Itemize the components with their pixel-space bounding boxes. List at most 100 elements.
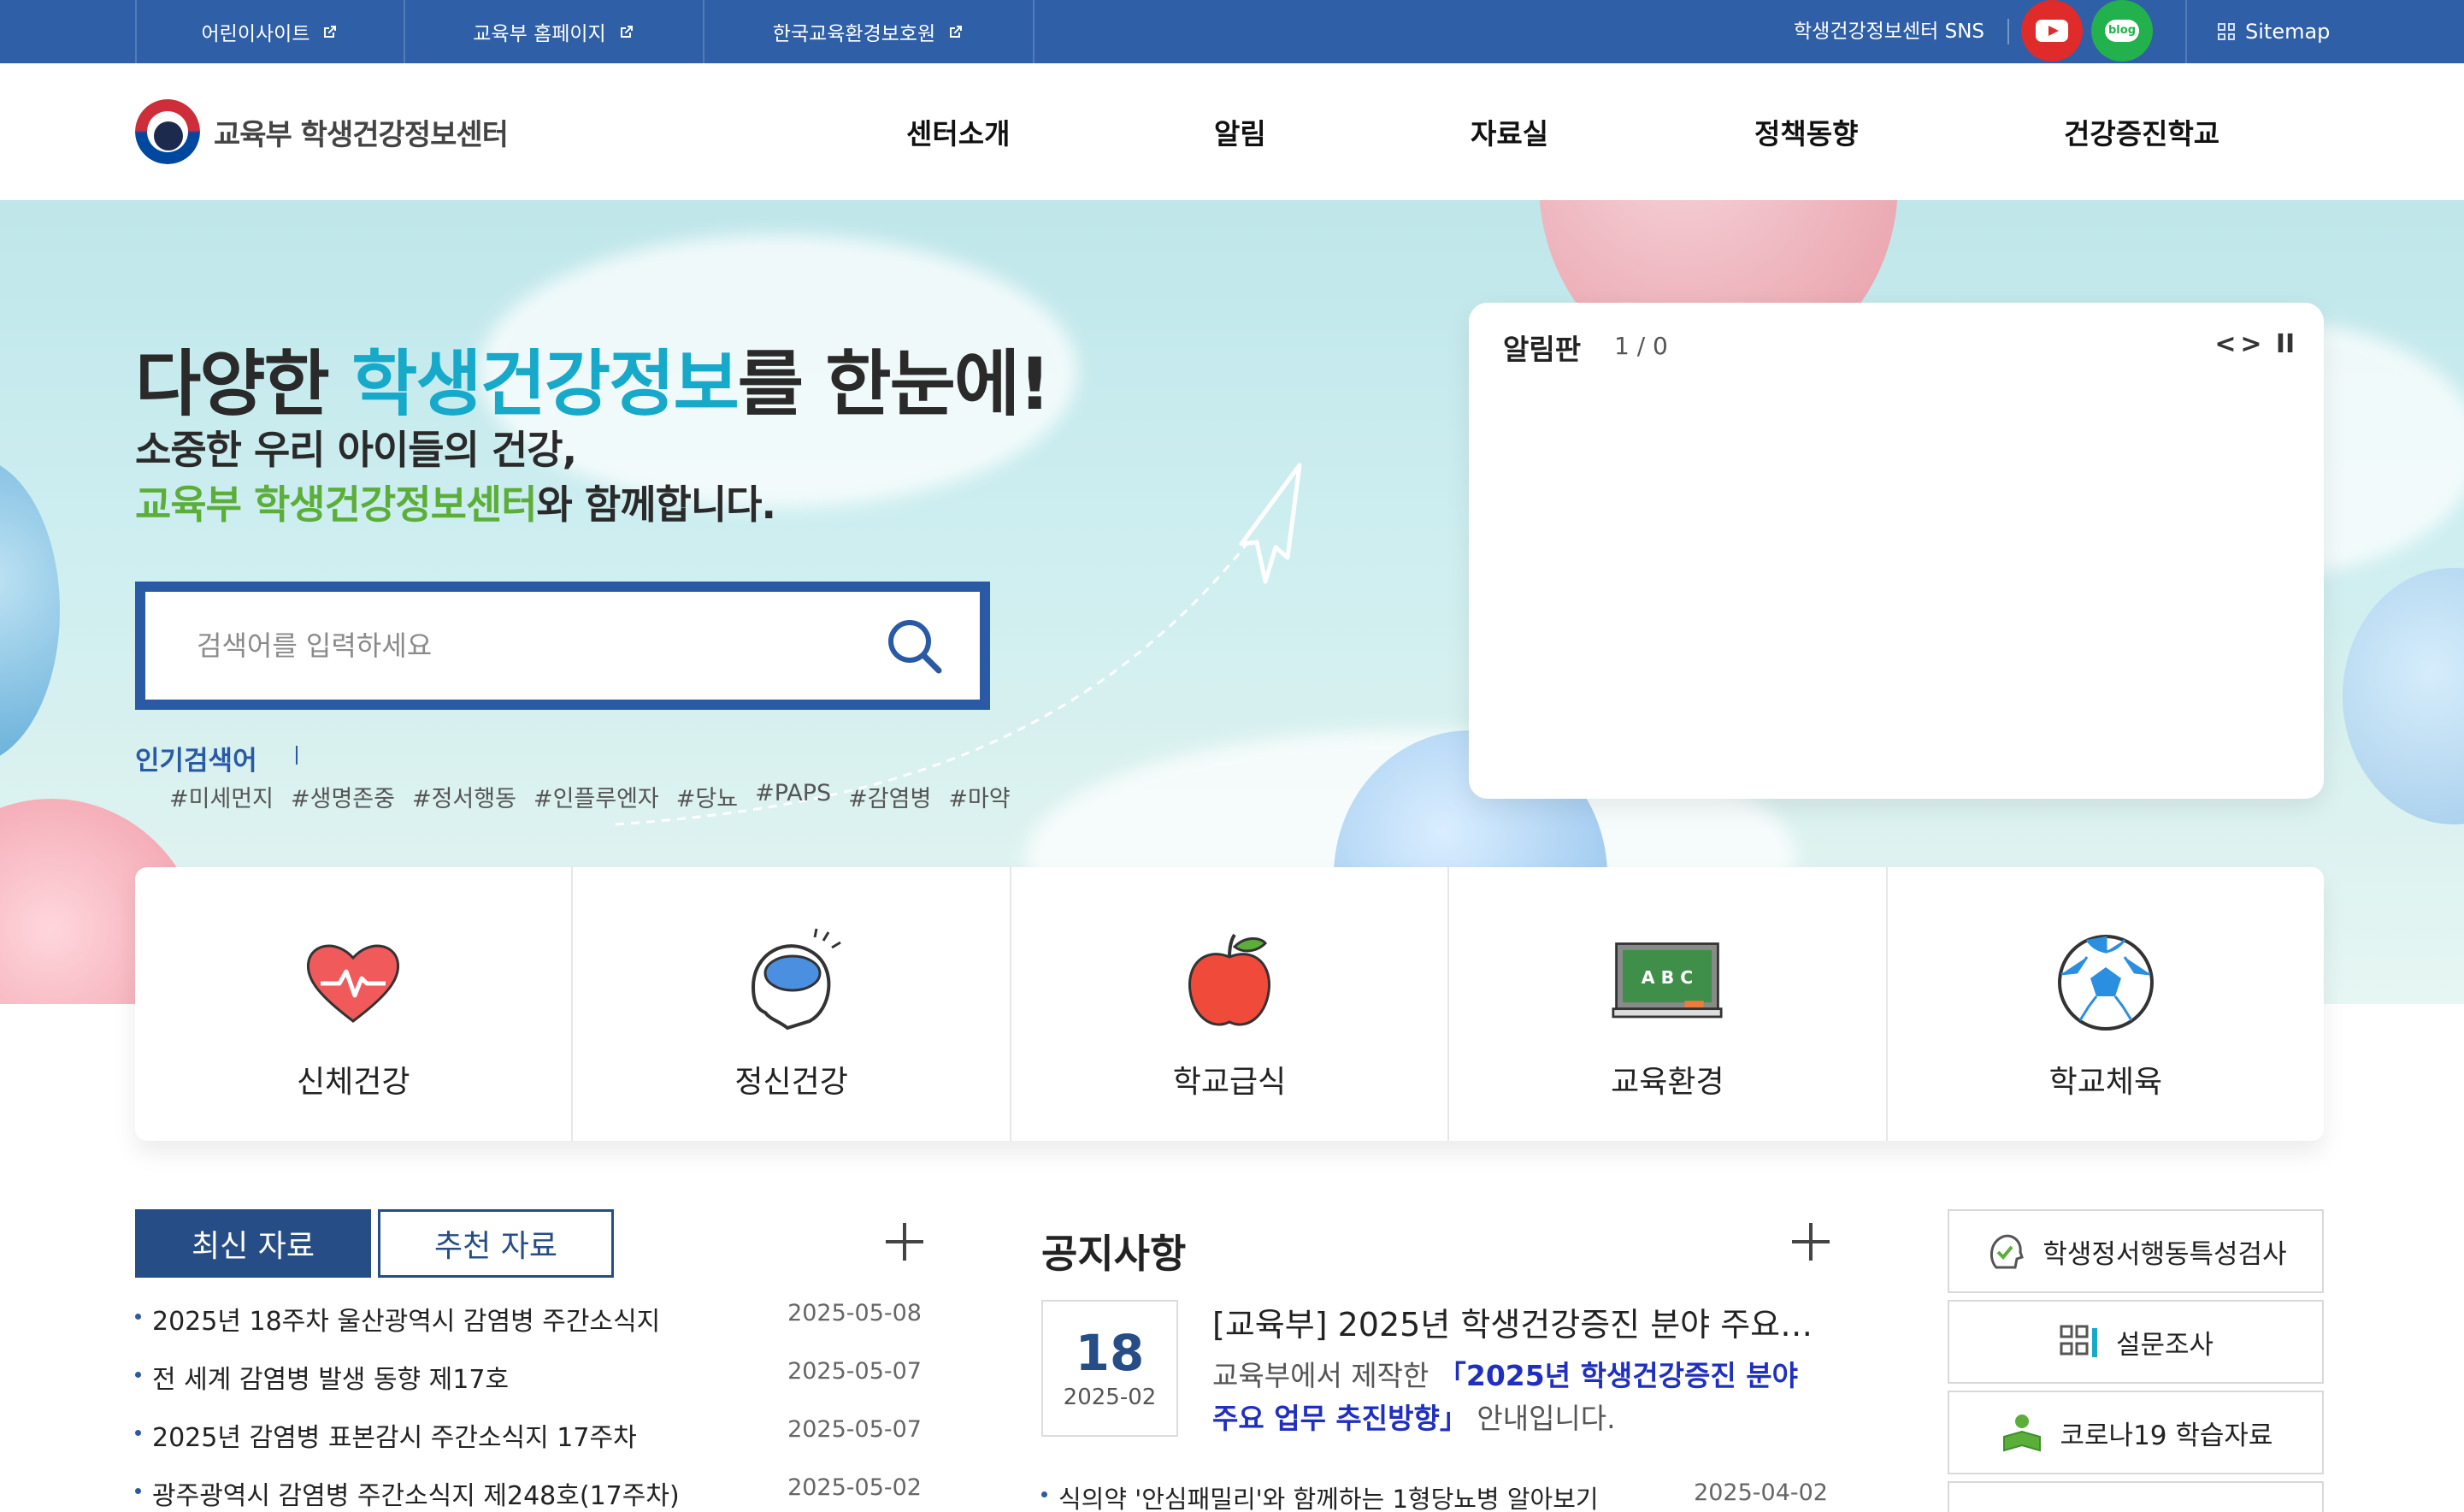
top-utility-bar: 어린이사이트 교육부 홈페이지 한국교육환경보호원 학생건강정보센터 SNS b… bbox=[0, 0, 2464, 63]
resource-list: 2025년 18주차 울산광역시 감염병 주간소식지 2025-05-08 전 세… bbox=[135, 1300, 922, 1512]
notice-date: 2025-04-02 bbox=[1694, 1480, 1828, 1506]
tab-latest-resources[interactable]: 최신 자료 bbox=[135, 1209, 371, 1278]
blog-button[interactable]: blog bbox=[2091, 0, 2153, 62]
list-item[interactable]: 광주광역시 감염병 주간소식지 제248호(17주차) 2025-05-02 bbox=[135, 1474, 922, 1512]
pause-icon[interactable]: II bbox=[2272, 328, 2298, 359]
search-icon bbox=[888, 620, 942, 674]
list-item[interactable]: 2025년 18주차 울산광역시 감염병 주간소식지 2025-05-08 bbox=[135, 1300, 922, 1358]
blue-balloon-decoration bbox=[0, 457, 60, 765]
resource-date: 2025-05-02 bbox=[787, 1474, 922, 1501]
resource-date: 2025-05-08 bbox=[787, 1300, 922, 1326]
category-label: 교육환경 bbox=[1611, 1065, 1724, 1100]
sitemap-label: Sitemap bbox=[2245, 20, 2331, 44]
resource-tabs: 최신 자료 추천 자료 bbox=[135, 1209, 614, 1278]
category-label: 정신건강 bbox=[734, 1065, 848, 1100]
kedenv-label: 한국교육환경보호원 bbox=[772, 23, 936, 45]
category-school-sports[interactable]: 학교체육 bbox=[1888, 867, 2324, 1141]
category-mental-health[interactable]: 정신건강 bbox=[573, 867, 1011, 1141]
kedenv-link[interactable]: 한국교육환경보호원 bbox=[703, 0, 1035, 63]
sitemap-link[interactable]: Sitemap bbox=[2185, 0, 2331, 63]
youtube-button[interactable] bbox=[2021, 0, 2083, 62]
quicklink-more[interactable] bbox=[1948, 1481, 2324, 1512]
search-box bbox=[135, 582, 990, 710]
popular-tag[interactable]: #정서행동 bbox=[412, 780, 516, 813]
book-person-icon bbox=[2002, 1415, 2041, 1452]
moe-homepage-link[interactable]: 교육부 홈페이지 bbox=[404, 0, 703, 63]
chalkboard-icon: A B C bbox=[1612, 927, 1723, 1038]
kids-site-link[interactable]: 어린이사이트 bbox=[135, 0, 404, 63]
quicklink-label: 학생정서행동특성검사 bbox=[2043, 1238, 2287, 1270]
external-link-icon bbox=[321, 23, 339, 40]
blog-icon: blog bbox=[2105, 20, 2139, 42]
notices-more-plus-icon[interactable] bbox=[1792, 1223, 1830, 1261]
featured-notice-description: 교육부에서 제작한 「2025년 학생건강증진 분야 주요 업무 추진방향」 안… bbox=[1212, 1355, 1828, 1440]
hero-title-post: 를 한눈에! bbox=[737, 342, 1052, 426]
external-link-icon bbox=[947, 23, 964, 40]
resource-title: 2025년 감염병 표본감시 주간소식지 17주차 bbox=[152, 1423, 637, 1453]
notice-board-counter: 1 / 0 bbox=[1614, 332, 1668, 360]
resource-date: 2025-05-07 bbox=[787, 1358, 922, 1385]
tab-recommended-resources[interactable]: 추천 자료 bbox=[378, 1209, 614, 1278]
list-item[interactable]: 2025년 감염병 표본감시 주간소식지 17주차 2025-05-07 bbox=[135, 1416, 922, 1474]
resource-title: 전 세계 감염병 발생 동향 제17호 bbox=[152, 1365, 510, 1395]
featured-desc-pre: 교육부에서 제작한 bbox=[1212, 1359, 1438, 1392]
featured-desc-post: 안내입니다. bbox=[1467, 1402, 1616, 1435]
list-item[interactable]: 전 세계 감염병 발생 동향 제17호 2025-05-07 bbox=[135, 1358, 922, 1416]
category-label: 신체건강 bbox=[296, 1065, 410, 1100]
notice-title: 식의약 '안심패밀리'와 함께하는 1형당뇨병 알아보기 bbox=[1058, 1485, 1599, 1512]
government-emblem-icon bbox=[135, 99, 200, 164]
popular-keywords: #미세먼지 #생명존중 #정서행동 #인플루엔자 #당뇨 #PAPS #감염병 … bbox=[169, 780, 1011, 813]
popular-tag[interactable]: #당뇨 bbox=[676, 780, 738, 813]
hero-subtitle-1: 소중한 우리 아이들의 건강, bbox=[135, 427, 577, 473]
nav-library[interactable]: 자료실 bbox=[1471, 63, 1548, 200]
category-education-environment[interactable]: A B C 교육환경 bbox=[1449, 867, 1888, 1141]
search-input[interactable] bbox=[197, 617, 846, 674]
soccer-ball-icon bbox=[2050, 927, 2161, 1038]
hero-title-pre: 다양한 bbox=[135, 342, 352, 426]
nav-notice[interactable]: 알림 bbox=[1214, 63, 1266, 200]
site-logo[interactable]: 교육부 학생건강정보센터 bbox=[135, 99, 509, 164]
external-link-icon bbox=[618, 23, 635, 40]
featured-notice-day: 18 bbox=[1075, 1324, 1145, 1382]
featured-notice-title[interactable]: [교육부] 2025년 학생건강증진 분야 주요업... bbox=[1212, 1298, 1828, 1345]
category-label: 학교급식 bbox=[1172, 1065, 1287, 1100]
resource-date: 2025-05-07 bbox=[787, 1416, 922, 1443]
sns-label: 학생건강정보센터 SNS bbox=[1794, 21, 1984, 43]
popular-tag[interactable]: #PAPS bbox=[755, 780, 831, 813]
quicklink-survey[interactable]: 설문조사 bbox=[1948, 1300, 2324, 1384]
popular-tag[interactable]: #미세먼지 bbox=[169, 780, 274, 813]
search-button[interactable] bbox=[881, 612, 949, 681]
quicklink-label: 설문조사 bbox=[2115, 1329, 2214, 1361]
chevron-right-icon[interactable]: > bbox=[2238, 328, 2264, 359]
popular-tag[interactable]: #감염병 bbox=[848, 780, 931, 813]
category-school-meal[interactable]: 학교급식 bbox=[1011, 867, 1450, 1141]
category-physical-health[interactable]: 신체건강 bbox=[135, 867, 574, 1141]
hero-subtitle-2: 교육부 학생건강정보센터와 함께합니다. bbox=[135, 474, 776, 530]
grid-icon bbox=[2218, 23, 2235, 40]
nav-policy[interactable]: 정책동향 bbox=[1754, 63, 1858, 200]
list-item[interactable]: 식의약 '안심패밀리'와 함께하는 1형당뇨병 알아보기 2025-04-02 bbox=[1041, 1480, 1828, 1512]
kids-site-label: 어린이사이트 bbox=[201, 23, 310, 45]
youtube-icon bbox=[2036, 20, 2068, 42]
blue-balloon-decoration bbox=[2343, 568, 2464, 824]
quicklink-emotional-behavior-test[interactable]: 학생정서행동특성검사 bbox=[1948, 1209, 2324, 1293]
hero-subtitle-post: 와 함께합니다. bbox=[536, 481, 776, 528]
notice-board: 알림판 1 / 0 < > II bbox=[1469, 303, 2324, 799]
popular-tag[interactable]: #생명존중 bbox=[291, 780, 395, 813]
moe-homepage-label: 교육부 홈페이지 bbox=[473, 23, 606, 45]
resources-more-plus-icon[interactable] bbox=[886, 1223, 923, 1261]
check-head-icon bbox=[1990, 1234, 2025, 1269]
hero-title-highlight: 학생건강정보 bbox=[351, 342, 740, 426]
popular-tag[interactable]: #인플루엔자 bbox=[533, 780, 659, 813]
nav-center-intro[interactable]: 센터소개 bbox=[906, 63, 1010, 200]
quicklink-covid19-materials[interactable]: 코로나19 학습자료 bbox=[1948, 1391, 2324, 1474]
notices-title: 공지사항 bbox=[1041, 1231, 1187, 1277]
survey-icon bbox=[2060, 1325, 2097, 1357]
chevron-left-icon[interactable]: < bbox=[2213, 328, 2238, 359]
site-header: 교육부 학생건강정보센터 센터소개 알림 자료실 정책동향 건강증진학교 bbox=[0, 63, 2464, 200]
nav-health-school[interactable]: 건강증진학교 bbox=[2064, 63, 2219, 200]
hero-subtitle-highlight: 교육부 학생건강정보센터 bbox=[135, 481, 538, 528]
category-cards: 신체건강 정신건강 학교급식 A B C 교육환경 학교체육 bbox=[135, 867, 2324, 1141]
popular-tag[interactable]: #마약 bbox=[948, 780, 1010, 813]
logo-text: 교육부 학생건강정보센터 bbox=[214, 117, 509, 152]
